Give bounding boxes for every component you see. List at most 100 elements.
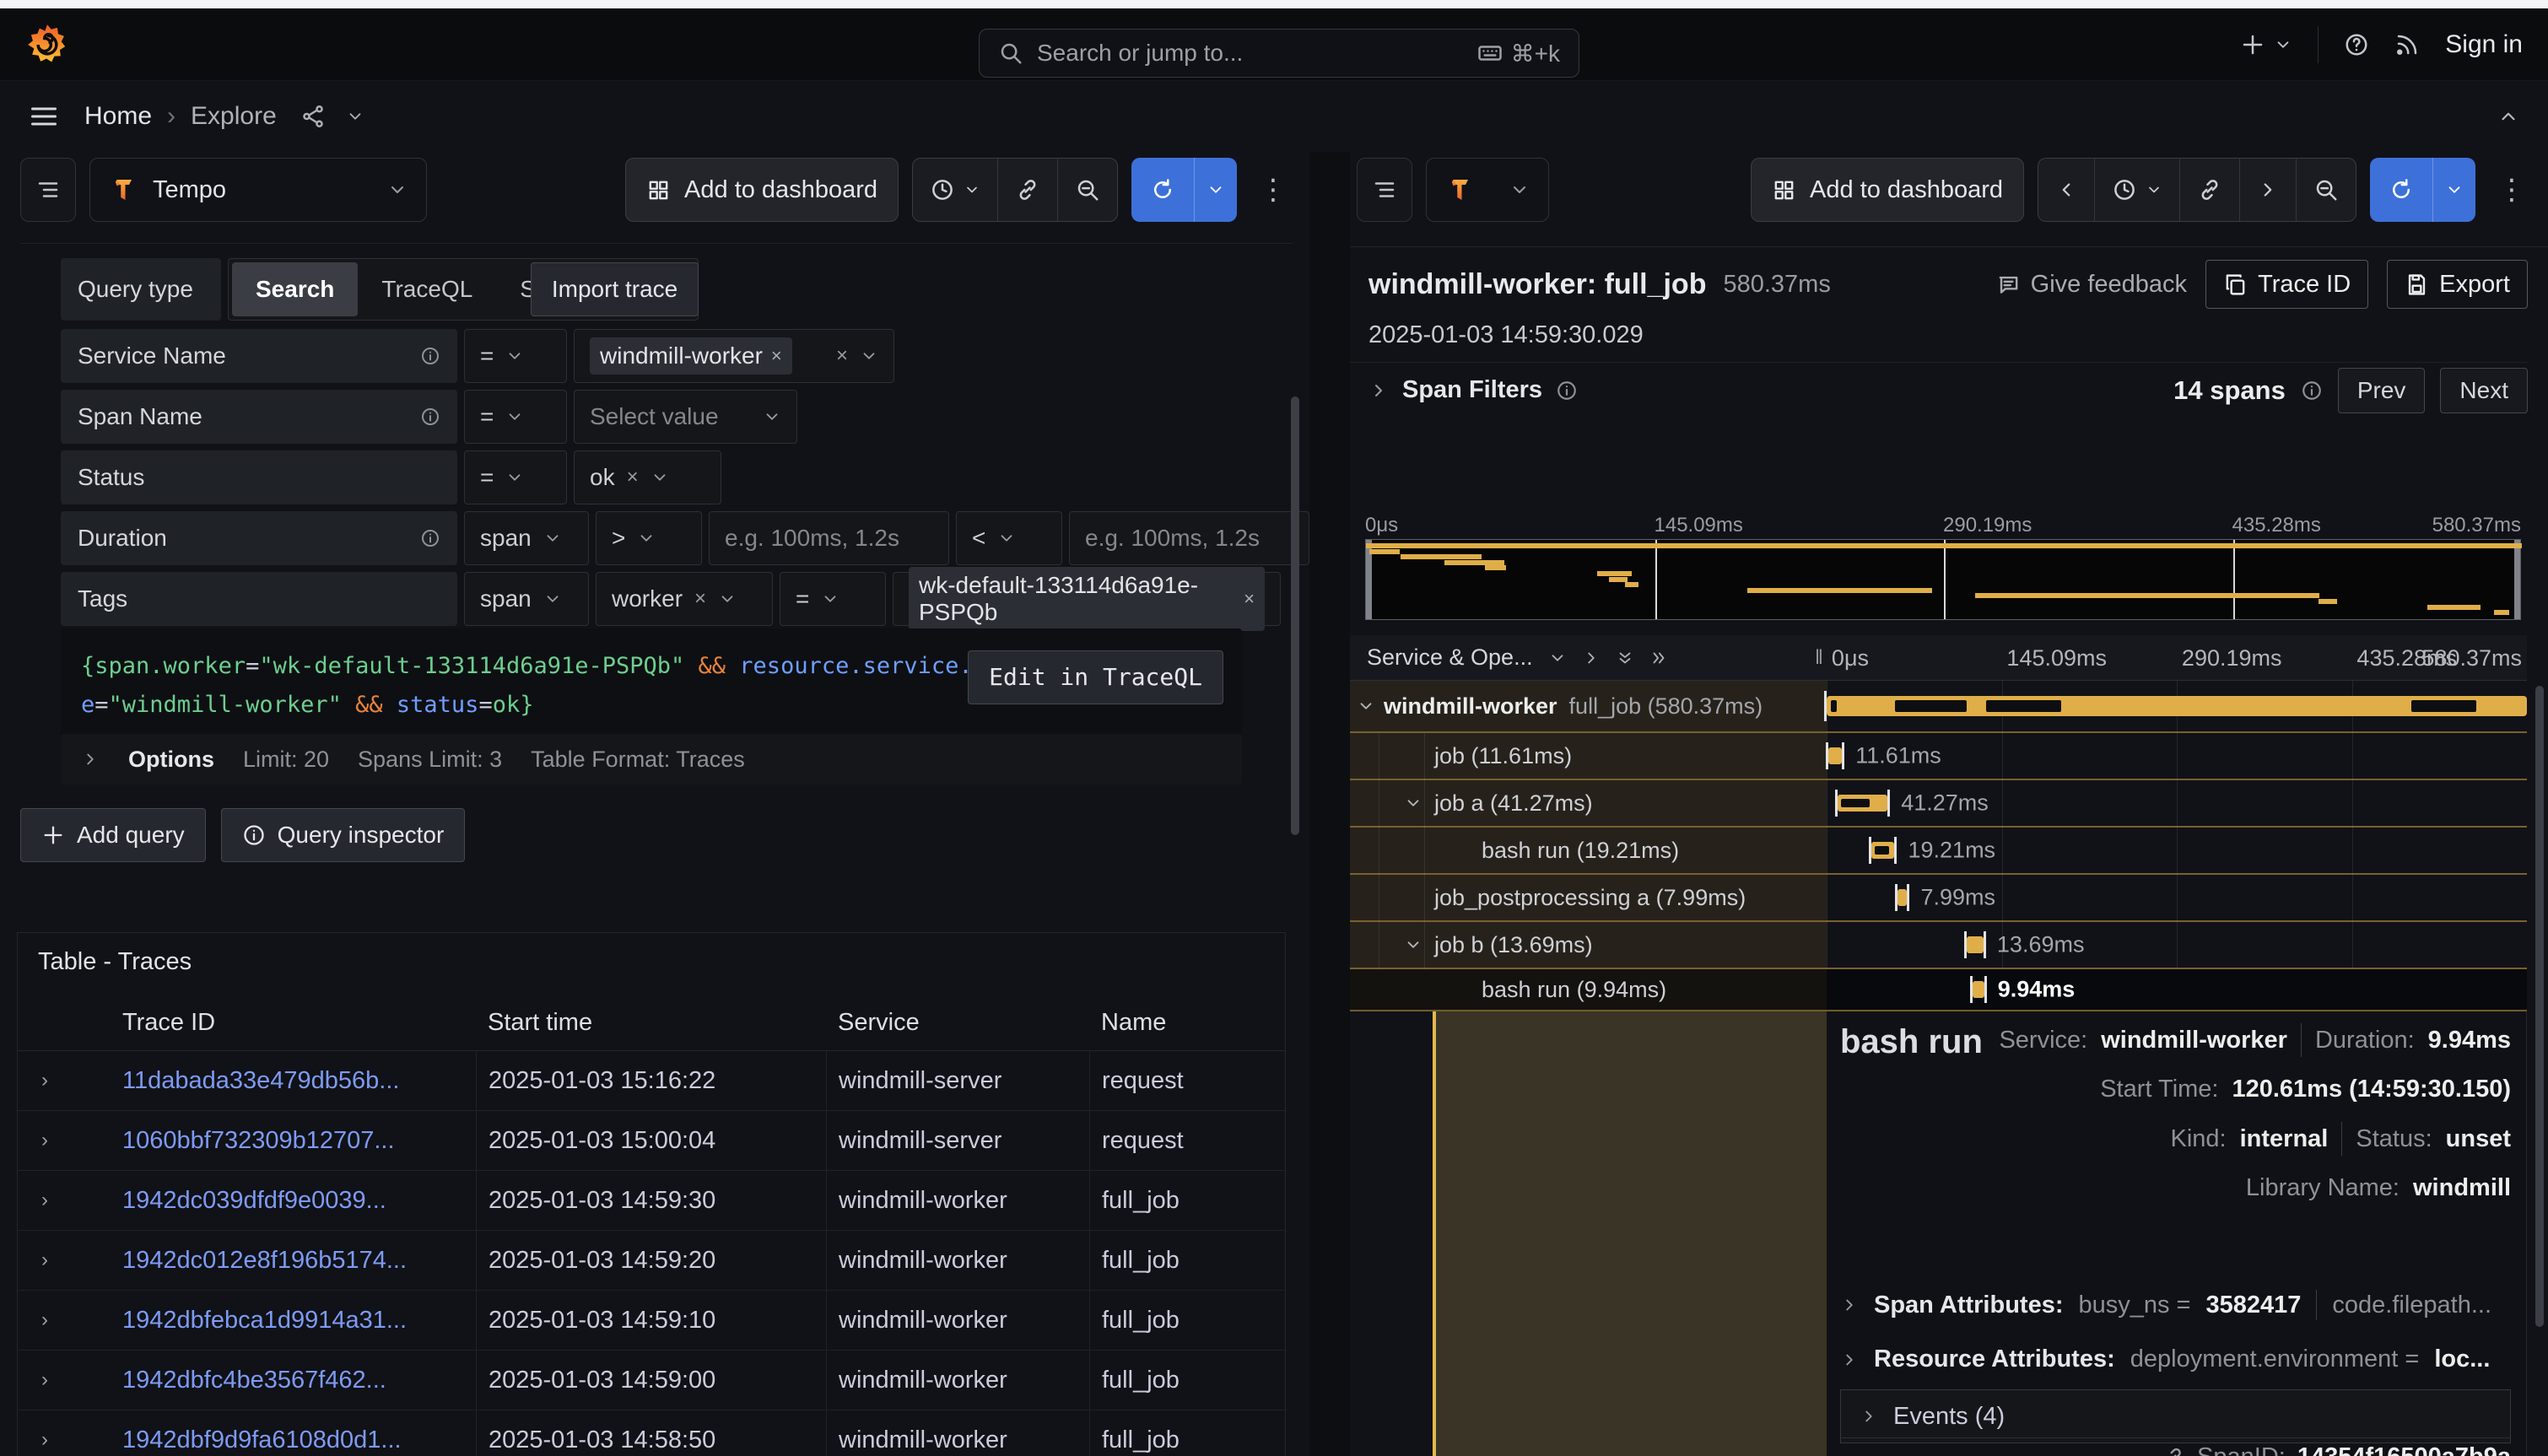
datasource-picker[interactable] — [1426, 158, 1549, 222]
tags-key[interactable]: worker × — [596, 572, 773, 626]
trace-id-link[interactable]: 1060bbf732309b12707... — [111, 1127, 476, 1155]
trace-id-link[interactable]: 1942dc039dfdf9e0039... — [111, 1187, 476, 1215]
span-expander-icon[interactable] — [1357, 697, 1375, 715]
tags-scope[interactable]: span — [464, 572, 589, 626]
table-row[interactable]: › 1060bbf732309b12707... 2025-01-03 15:0… — [18, 1111, 1285, 1171]
double-chevron-down-icon[interactable] — [1616, 649, 1634, 667]
clear-icon[interactable]: × — [836, 344, 848, 368]
span-name-operator[interactable]: = — [464, 390, 567, 444]
link-split-button[interactable] — [997, 159, 1057, 221]
time-shift-forward-button[interactable] — [2239, 159, 2296, 221]
datasource-picker[interactable]: Tempo — [89, 158, 427, 222]
link-split-button[interactable] — [2179, 159, 2239, 221]
prev-span-button[interactable]: Prev — [2338, 368, 2426, 413]
double-chevron-right-icon[interactable] — [1649, 649, 1668, 667]
table-row[interactable]: › 1942dc012e8f196b5174... 2025-01-03 14:… — [18, 1231, 1285, 1291]
trace-id-link[interactable]: 1942dbfc4be3567f462... — [111, 1367, 476, 1394]
span-row[interactable]: job (11.61ms)11.61ms — [1350, 733, 2527, 780]
next-span-button[interactable]: Next — [2440, 368, 2528, 413]
span-timeline-cell[interactable]: 41.27ms — [1827, 780, 2527, 826]
pane-kebab-menu[interactable]: ⋮ — [2489, 173, 2535, 207]
duration-max-input[interactable]: e.g. 100ms, 1.2s — [1069, 511, 1309, 565]
span-bar[interactable] — [1828, 747, 1843, 764]
column-resize-handle[interactable]: ‖ — [1815, 646, 1825, 670]
minimap-right-handle[interactable] — [2514, 540, 2520, 619]
zoom-out-button[interactable] — [1057, 159, 1117, 221]
span-timeline-cell[interactable]: 7.99ms — [1827, 875, 2527, 920]
span-row[interactable]: job a (41.27ms)41.27ms — [1350, 780, 2527, 828]
span-bar[interactable] — [1973, 981, 1984, 998]
row-expander-icon[interactable]: › — [18, 1368, 111, 1392]
events-row[interactable]: Events (4) — [1840, 1389, 2511, 1443]
time-shift-back-button[interactable] — [2038, 159, 2094, 221]
span-timeline-cell[interactable] — [1827, 681, 2527, 731]
remove-chip-icon[interactable]: × — [771, 345, 782, 367]
trace-id-link[interactable]: 1942dbf9d9fa6108d0d1... — [111, 1426, 476, 1454]
status-value[interactable]: ok × — [574, 450, 721, 504]
time-picker-button[interactable] — [913, 159, 997, 221]
pane-kebab-menu[interactable]: ⋮ — [1250, 173, 1296, 207]
breadcrumb-current[interactable]: Explore — [191, 102, 277, 131]
span-expander-icon[interactable] — [1404, 936, 1422, 954]
span-expander-icon[interactable] — [1404, 794, 1422, 812]
table-row[interactable]: › 1942dbfebca1d9914a31... 2025-01-03 14:… — [18, 1291, 1285, 1351]
tags-value[interactable]: wk-default-133114d6a91e-PSPQb× — [893, 572, 1281, 626]
remove-chip-icon[interactable]: × — [1244, 588, 1255, 610]
span-bar[interactable] — [1827, 696, 2527, 716]
table-row[interactable]: › 1942dbfc4be3567f462... 2025-01-03 14:5… — [18, 1351, 1285, 1410]
table-row[interactable]: › 1942dbf9d9fa6108d0d1... 2025-01-03 14:… — [18, 1410, 1285, 1456]
tab-search[interactable]: Search — [232, 262, 358, 316]
trace-id-button[interactable]: Trace ID — [2205, 260, 2368, 309]
duration-gt-operator[interactable]: > — [596, 511, 702, 565]
span-row[interactable]: bash run (9.94ms)9.94ms — [1350, 969, 2527, 1011]
give-feedback-button[interactable]: Give feedback — [1996, 271, 2187, 299]
table-row[interactable]: › 1942dc039dfdf9e0039... 2025-01-03 14:5… — [18, 1171, 1285, 1231]
import-trace-button[interactable]: Import trace — [531, 262, 699, 316]
column-header[interactable]: Trace ID — [111, 1009, 476, 1037]
chevron-down-icon[interactable] — [346, 107, 364, 126]
duration-lt-operator[interactable]: < — [956, 511, 1062, 565]
row-expander-icon[interactable]: › — [18, 1248, 111, 1272]
add-to-dashboard-button[interactable]: Add to dashboard — [625, 158, 899, 222]
span-link-icon[interactable] — [2162, 1446, 2185, 1456]
span-bar[interactable] — [1898, 889, 1908, 906]
span-timeline-cell[interactable]: 13.69ms — [1827, 922, 2527, 968]
options-row[interactable]: Options Limit: 20 Spans Limit: 3 Table F… — [61, 734, 1242, 785]
collapse-pane-icon[interactable] — [2497, 105, 2519, 127]
search-box[interactable]: Search or jump to... ⌘+k — [979, 29, 1579, 78]
sign-in-button[interactable]: Sign in — [2445, 30, 2523, 59]
zoom-out-button[interactable] — [2296, 159, 2356, 221]
span-timeline-cell[interactable]: 11.61ms — [1827, 733, 2527, 779]
span-row[interactable]: bash run (19.21ms)19.21ms — [1350, 828, 2527, 875]
row-expander-icon[interactable]: › — [18, 1069, 111, 1092]
span-bar[interactable] — [1871, 842, 1894, 859]
query-history-button[interactable] — [1357, 158, 1412, 222]
run-query-button[interactable] — [1131, 158, 1237, 222]
status-operator[interactable]: = — [464, 450, 567, 504]
help-icon[interactable] — [2344, 32, 2369, 57]
grafana-logo-icon[interactable] — [25, 23, 69, 67]
export-button[interactable]: Export — [2387, 260, 2528, 309]
tags-operator[interactable]: = — [780, 572, 886, 626]
row-expander-icon[interactable]: › — [18, 1129, 111, 1152]
clear-icon[interactable]: × — [627, 466, 639, 489]
span-timeline-cell[interactable]: 9.94ms — [1827, 969, 2527, 1010]
column-header[interactable]: Service — [826, 1009, 1089, 1037]
span-bar[interactable] — [1838, 795, 1887, 812]
add-to-dashboard-button[interactable]: Add to dashboard — [1751, 158, 2024, 222]
service-name-operator[interactable]: = — [464, 329, 567, 383]
resource-attributes-row[interactable]: Resource Attributes: deployment.environm… — [1840, 1345, 2511, 1373]
new-menu-button[interactable] — [2240, 32, 2292, 57]
span-row[interactable]: job_postprocessing a (7.99ms)7.99ms — [1350, 875, 2527, 922]
trace-id-link[interactable]: 11dabada33e479db56b... — [111, 1067, 476, 1095]
breadcrumb-home[interactable]: Home — [84, 102, 152, 131]
chevron-right-icon[interactable] — [1582, 649, 1601, 667]
trace-id-link[interactable]: 1942dc012e8f196b5174... — [111, 1247, 476, 1275]
add-query-button[interactable]: Add query — [20, 808, 206, 862]
chevron-down-icon[interactable] — [1548, 649, 1567, 667]
column-header[interactable]: Name — [1089, 1009, 1285, 1037]
clear-icon[interactable]: × — [694, 587, 706, 611]
service-name-value[interactable]: windmill-worker× × — [574, 329, 894, 383]
table-row[interactable]: › 11dabada33e479db56b... 2025-01-03 15:1… — [18, 1051, 1285, 1111]
news-icon[interactable] — [2394, 32, 2420, 57]
